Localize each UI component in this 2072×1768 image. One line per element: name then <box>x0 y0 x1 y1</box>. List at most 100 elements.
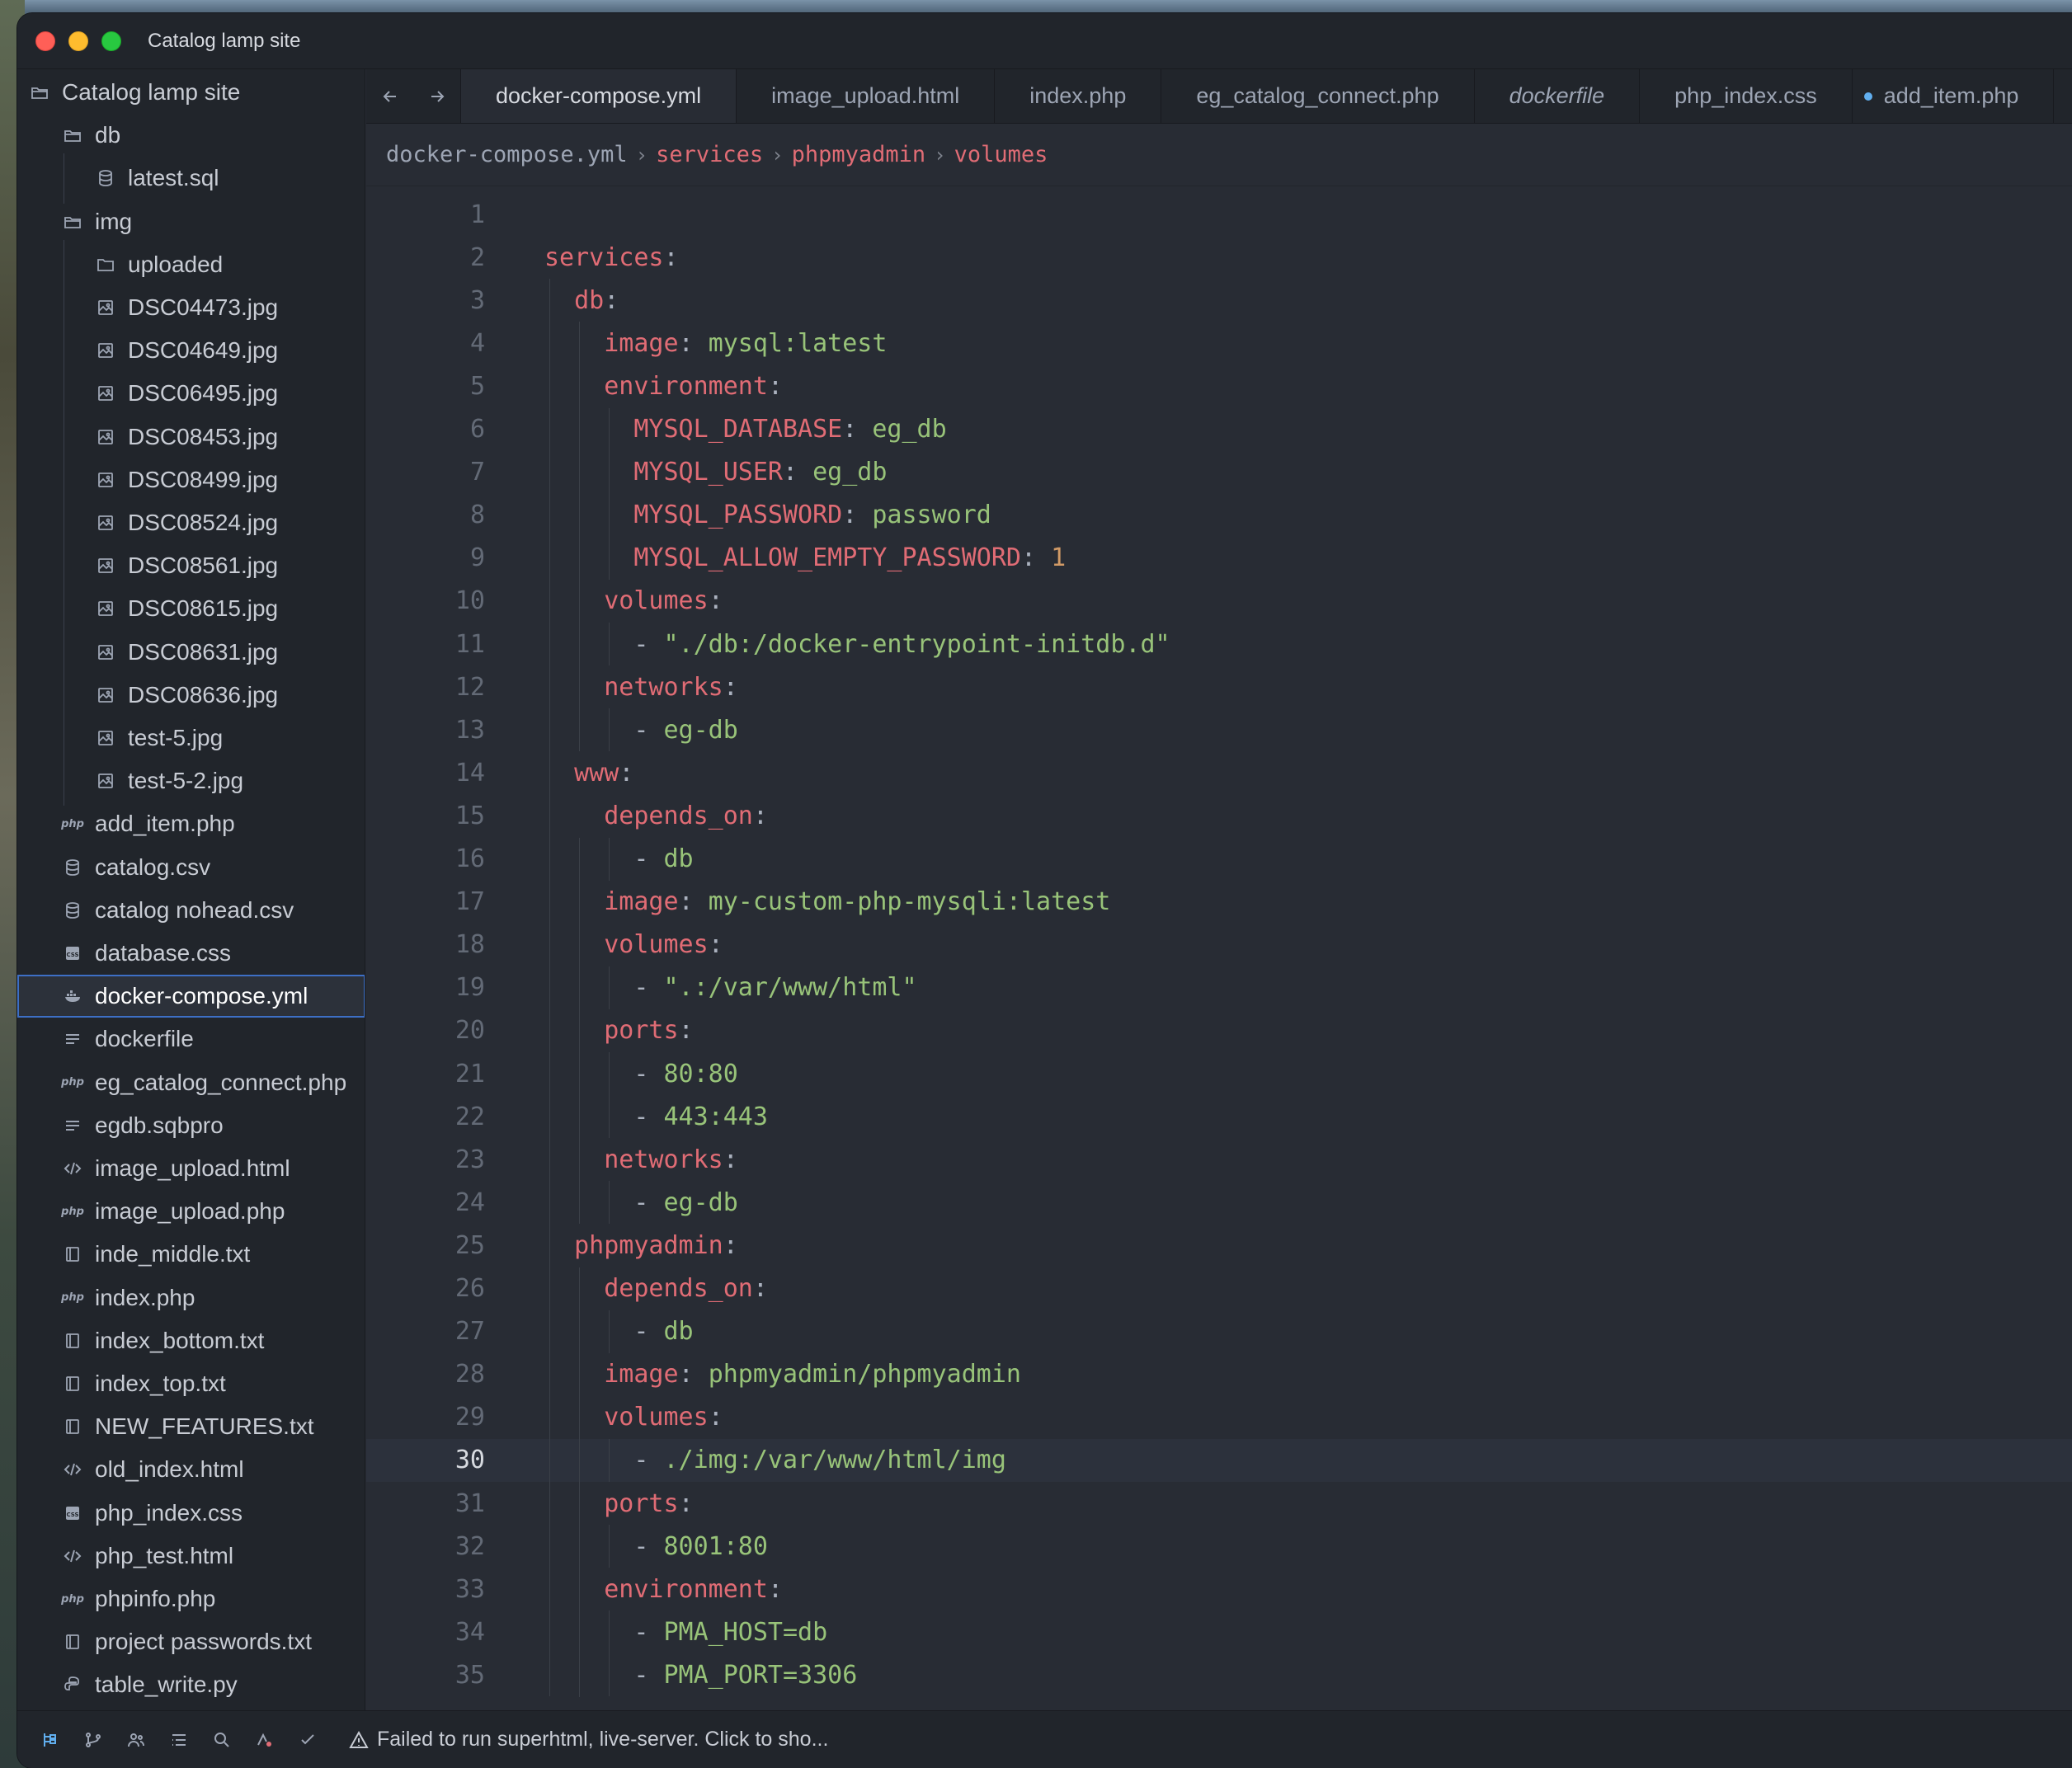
file-tree-item[interactable]: image_upload.html <box>17 1147 365 1190</box>
file-tree-item[interactable]: DSC06495.jpg <box>17 372 365 415</box>
go-back-button[interactable] <box>366 69 413 123</box>
file-tree-item[interactable]: dockerfile <box>17 1018 365 1060</box>
breadcrumb-file[interactable]: docker-compose.yml <box>386 142 628 167</box>
file-tree-item[interactable]: php add_item.php <box>17 802 365 845</box>
file-tree-item[interactable]: DSC08499.jpg <box>17 458 365 501</box>
search-button[interactable] <box>200 1730 243 1750</box>
code-token: - <box>633 1617 664 1647</box>
indent-guide <box>609 708 610 752</box>
file-tree-item[interactable]: index_bottom.txt <box>17 1319 365 1362</box>
maximize-window-button[interactable] <box>101 31 121 51</box>
file-tree-item[interactable]: DSC08453.jpg <box>17 416 365 458</box>
file-tree-item[interactable]: DSC08561.jpg <box>17 544 365 587</box>
line-number: 35 <box>454 1660 485 1690</box>
yaml-key: services <box>544 242 664 272</box>
code-line-text: MYSQL_ALLOW_EMPTY_PASSWORD: 1 <box>544 543 1066 572</box>
unsaved-indicator-icon <box>1863 92 1872 101</box>
check-icon <box>301 1733 314 1744</box>
file-tree-item[interactable]: project passwords.txt <box>17 1620 365 1663</box>
editor-tab[interactable]: index.php <box>995 69 1162 123</box>
file-tree-item[interactable]: old_index.html <box>17 1448 365 1491</box>
file-tree-item[interactable]: DSC08615.jpg <box>17 587 365 630</box>
file-tree-item[interactable]: db <box>17 114 365 157</box>
collab-panel-button[interactable] <box>115 1730 158 1750</box>
breadcrumb-volumes[interactable]: volumes <box>954 142 1048 167</box>
git-panel-button[interactable] <box>72 1730 115 1750</box>
editor-tab[interactable]: eg_catalog_connect.php <box>1161 69 1475 123</box>
file-tree-item[interactable]: DSC08636.jpg <box>17 674 365 717</box>
yaml-key: depends_on <box>604 1274 753 1303</box>
file-tree-item[interactable]: DSC04649.jpg <box>17 329 365 372</box>
status-message[interactable]: Failed to run superhtml, live-server. Cl… <box>349 1728 828 1752</box>
yaml-value: ".:/var/www/html" <box>663 973 917 1003</box>
line-number: 3 <box>469 285 485 315</box>
editor-window: Catalog lamp site Catalog lamp site db la… <box>17 13 2072 1768</box>
code-token: : <box>1020 543 1052 573</box>
code-token: - <box>633 715 664 745</box>
file-tree-item[interactable]: CSS database.css <box>17 932 365 975</box>
yaml-value: my-custom-php-mysqli:latest <box>708 887 1111 917</box>
breadcrumb-phpmyadmin[interactable]: phpmyadmin <box>792 142 926 167</box>
file-tree-item[interactable]: NEW_FEATURES.txt <box>17 1405 365 1448</box>
project-root[interactable]: Catalog lamp site <box>17 71 365 114</box>
file-tree-item[interactable]: table_write.py <box>17 1663 365 1706</box>
file-tree-item[interactable]: php_test.html <box>17 1535 365 1578</box>
code-token: : <box>783 458 813 487</box>
close-window-button[interactable] <box>35 31 55 51</box>
file-tree-item-label: table_write.py <box>95 1672 238 1698</box>
editor-tab[interactable]: image_upload.html <box>737 69 996 123</box>
file-tree-item[interactable]: php index.php <box>17 1277 365 1319</box>
file-tree-item[interactable]: img <box>17 200 365 243</box>
file-tree-item[interactable]: docker-compose.yml <box>17 975 365 1018</box>
file-tree-item[interactable]: DSC08524.jpg <box>17 501 365 544</box>
code-line: 21 - 80:80 <box>366 1052 2072 1095</box>
project-panel-button[interactable] <box>29 1730 72 1750</box>
file-tree-item[interactable]: php phpinfo.php <box>17 1578 365 1620</box>
line-number: 17 <box>454 887 485 917</box>
file-tree-item[interactable]: latest.sql <box>17 157 365 200</box>
file-tree-item[interactable]: CSS php_index.css <box>17 1492 365 1535</box>
file-tree-item[interactable]: DSC04473.jpg <box>17 286 365 329</box>
file-tree-item[interactable]: catalog.csv <box>17 846 365 889</box>
file-tree-item[interactable]: php eg_catalog_connect.php <box>17 1061 365 1104</box>
editor-tab[interactable]: docker-compose.yml <box>460 69 737 123</box>
file-tree-item[interactable]: index_top.txt <box>17 1362 365 1405</box>
file-tree-item[interactable]: php image_upload.php <box>17 1190 365 1233</box>
file-tree-item[interactable]: inde_middle.txt <box>17 1233 365 1276</box>
diagnostics-button[interactable] <box>286 1730 329 1750</box>
code-line-text: ports: <box>544 1489 693 1518</box>
file-tree-item[interactable]: egdb.sqbpro <box>17 1104 365 1147</box>
editor-tab[interactable]: dockerfile <box>1475 69 1641 123</box>
code-token: : <box>723 1230 738 1260</box>
file-tree-item[interactable]: uploaded <box>17 243 365 286</box>
arrow-left-icon <box>383 90 396 102</box>
line-number: 5 <box>469 371 485 401</box>
yaml-value: 8001:80 <box>663 1531 768 1561</box>
breadcrumb-services[interactable]: services <box>656 142 763 167</box>
editor-tab[interactable]: php_index.css <box>1640 69 1853 123</box>
editor-tab[interactable]: add_item.php <box>1853 69 2055 123</box>
file-tree-item[interactable]: test-5.jpg <box>17 717 365 759</box>
file-tree-item[interactable]: test-5-2.jpg <box>17 759 365 802</box>
go-forward-button[interactable] <box>413 69 460 123</box>
code-token: - <box>633 1446 664 1475</box>
code-line: 7 MYSQL_USER: eg_db <box>366 451 2072 494</box>
code-line-text: volumes: <box>544 586 723 615</box>
file-tree-item-label: catalog nohead.csv <box>95 896 294 923</box>
assistant-button[interactable] <box>243 1730 286 1750</box>
file-tree-item[interactable]: catalog nohead.csv <box>17 889 365 932</box>
indent-guide <box>579 837 581 1225</box>
folder-open-icon <box>62 211 83 233</box>
minimize-window-button[interactable] <box>68 31 88 51</box>
line-number: 4 <box>469 328 485 358</box>
code-line: 31 ports: <box>366 1482 2072 1525</box>
editor-tab-label: php_index.css <box>1674 83 1817 108</box>
line-number: 2 <box>469 242 485 272</box>
file-tree-item[interactable]: DSC08631.jpg <box>17 631 365 674</box>
outline-panel-button[interactable] <box>158 1730 200 1750</box>
